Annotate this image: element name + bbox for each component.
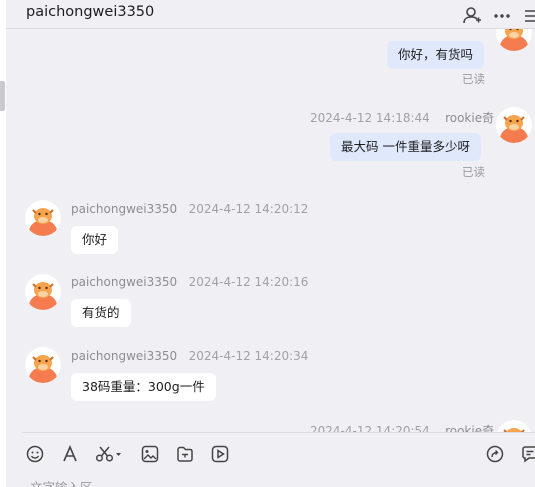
folder-icon[interactable] <box>175 443 195 465</box>
list-icon[interactable] <box>522 5 535 25</box>
message-meta: paichongwei3350 2024-4-12 14:20:16 <box>71 275 308 289</box>
message-time: 2024-4-12 14:20:16 <box>188 275 309 289</box>
message-sender: rookie奇 <box>445 424 495 432</box>
avatar[interactable] <box>25 274 61 310</box>
share-icon[interactable] <box>485 443 505 465</box>
message-meta: 2024-4-12 14:18:44 rookie奇 <box>310 109 494 126</box>
message-bubble[interactable]: 有货的 <box>71 299 131 327</box>
font-icon[interactable] <box>60 443 80 465</box>
message-time: 2024-4-12 14:20:54 <box>310 424 430 432</box>
message-time: 2024-4-12 14:18:44 <box>310 111 430 125</box>
avatar[interactable] <box>25 200 61 236</box>
chat-title: paichongwei3350 <box>26 4 155 20</box>
user-icon[interactable] <box>462 5 482 25</box>
avatar[interactable] <box>496 420 532 432</box>
message-bubble[interactable]: 你好，有货吗 <box>387 41 485 69</box>
quick-reply-icon[interactable] <box>520 443 535 465</box>
avatar[interactable] <box>496 107 532 143</box>
message-input[interactable]: 文字输入区 <box>30 477 93 487</box>
message-list[interactable]: 你好，有货吗 已读 2024-4-12 14:18:44 rookie奇 最大码… <box>6 29 535 432</box>
read-status: 已读 <box>462 72 485 86</box>
avatar[interactable] <box>496 29 532 51</box>
read-status: 已读 <box>462 165 485 179</box>
message-sender: paichongwei3350 <box>71 275 178 289</box>
video-icon[interactable] <box>210 443 230 465</box>
message-sender: paichongwei3350 <box>71 349 178 363</box>
composer-toolbar <box>20 443 535 465</box>
chat-header: paichongwei3350 <box>6 0 535 29</box>
message-time: 2024-4-12 14:20:12 <box>188 202 309 216</box>
message-bubble[interactable]: 38码重量：300g一件 <box>71 373 216 401</box>
message-sender: paichongwei3350 <box>71 202 178 216</box>
message-meta: paichongwei3350 2024-4-12 14:20:12 <box>71 202 308 216</box>
left-scroll-handle[interactable] <box>0 81 5 111</box>
message-meta: paichongwei3350 2024-4-12 14:20:34 <box>71 349 308 363</box>
scissors-icon[interactable] <box>94 443 124 465</box>
emoji-icon[interactable] <box>25 443 45 465</box>
message-sender: rookie奇 <box>445 111 495 125</box>
message-meta: 2024-4-12 14:20:54 rookie奇 <box>310 422 494 432</box>
composer-divider <box>22 432 535 433</box>
avatar[interactable] <box>25 347 61 383</box>
more-icon[interactable] <box>492 5 512 25</box>
message-bubble[interactable]: 最大码 一件重量多少呀 <box>330 133 481 161</box>
image-icon[interactable] <box>140 443 160 465</box>
message-time: 2024-4-12 14:20:34 <box>188 349 309 363</box>
message-bubble[interactable]: 你好 <box>71 226 119 254</box>
